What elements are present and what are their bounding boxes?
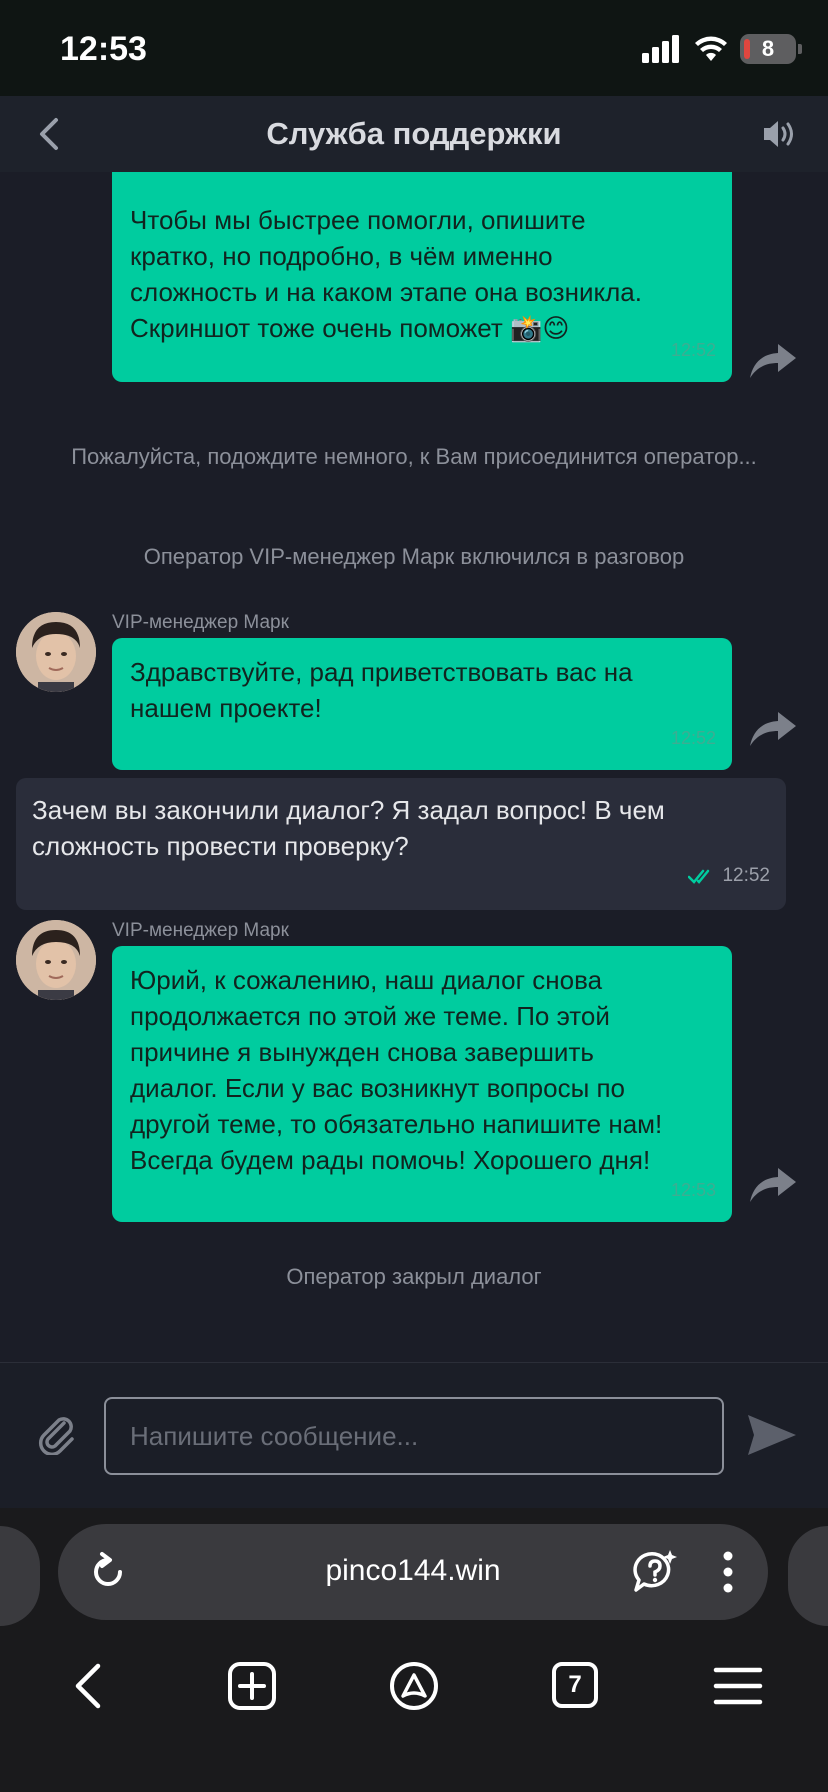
system-message: Оператор закрыл диалог — [286, 1264, 542, 1289]
avatar — [16, 612, 96, 692]
share-icon[interactable] — [748, 1164, 798, 1204]
status-bar: 12:53 8 — [0, 0, 828, 96]
message-line: Скриншот тоже очень поможет 📸😊 — [130, 313, 570, 343]
sound-icon[interactable] — [760, 116, 800, 152]
ai-assistant-icon[interactable] — [630, 1546, 680, 1596]
avatar — [16, 920, 96, 1000]
double-check-icon — [688, 869, 710, 884]
page-title: Служба поддержки — [266, 116, 562, 151]
message-line: другой теме, то обязательно напишите нам… — [130, 1109, 663, 1139]
message-line: сложность и на каком этапе она возникла. — [130, 277, 642, 307]
share-icon[interactable] — [748, 340, 798, 380]
message-line: продолжается по этой же теме. По этой — [130, 1001, 610, 1031]
operator-message: Чтобы мы быстрее помогли, опишите кратко… — [112, 172, 732, 382]
message-line: Юрий, к сожалению, наш диалог снова — [130, 965, 603, 995]
message-time: 12:52 — [670, 340, 716, 360]
system-message: Пожалуйста, подождите немного, к Вам при… — [71, 444, 757, 469]
browser-nav: 7 — [0, 1658, 828, 1738]
wifi-icon — [695, 36, 727, 61]
message-line: Зачем вы закончили диалог? Я задал вопро… — [32, 795, 665, 825]
address-bar[interactable]: pinco144.win — [58, 1524, 768, 1620]
sender-name: VIP-менеджер Марк — [112, 920, 289, 941]
message-line: Чтобы мы быстрее помогли, опишите — [130, 205, 586, 235]
message-time: 12:52 — [670, 728, 716, 748]
browser-back-icon[interactable] — [62, 1658, 118, 1714]
message-time: 12:53 — [670, 1180, 716, 1200]
send-icon[interactable] — [746, 1413, 798, 1457]
message-time: 12:52 — [722, 865, 770, 886]
message-line: сложность провести проверку? — [32, 831, 409, 861]
chat-header: Служба поддержки — [0, 96, 828, 172]
browser-toolbar: pinco144.win 7 — [0, 1508, 828, 1792]
menu-icon[interactable] — [710, 1658, 766, 1714]
message-input[interactable] — [104, 1397, 724, 1475]
message-line: Всегда будем рады помочь! Хорошего дня! — [130, 1145, 651, 1175]
alice-assistant-icon[interactable] — [386, 1658, 442, 1714]
message-line: Здравствуйте, рад приветствовать вас на — [130, 657, 633, 687]
next-tab-pill[interactable] — [788, 1526, 828, 1626]
operator-message: Здравствуйте, рад приветствовать вас на … — [112, 638, 732, 770]
operator-message: Юрий, к сожалению, наш диалог снова прод… — [112, 946, 732, 1222]
avatar-image — [16, 612, 96, 692]
message-composer — [0, 1362, 828, 1508]
sender-name: VIP-менеджер Марк — [112, 612, 289, 633]
status-icons: 8 — [642, 34, 802, 64]
tabs-counter[interactable]: 7 — [552, 1662, 598, 1708]
system-message: Оператор VIP-менеджер Марк включился в р… — [143, 544, 685, 569]
previous-tab-pill[interactable] — [0, 1526, 40, 1626]
message-line: диалог. Если у вас возникнут вопросы по — [130, 1073, 626, 1103]
share-icon[interactable] — [748, 708, 798, 748]
status-time: 12:53 — [60, 30, 147, 68]
avatar-image — [16, 920, 96, 1000]
message-status: 12:52 — [688, 858, 770, 894]
more-options-icon[interactable] — [722, 1550, 734, 1594]
paperclip-icon[interactable] — [36, 1413, 78, 1455]
user-message: Зачем вы закончили диалог? Я задал вопро… — [16, 778, 786, 910]
chat-messages[interactable]: Чтобы мы быстрее помогли, опишите кратко… — [0, 172, 828, 1362]
signal-icon — [642, 35, 679, 63]
message-line: причине я вынужден снова завершить — [130, 1037, 594, 1067]
message-line: нашем проекте! — [130, 693, 322, 723]
new-tab-icon[interactable] — [224, 1658, 280, 1714]
battery-indicator: 8 — [740, 34, 802, 64]
message-line: кратко, но подробно, в чём именно — [130, 241, 553, 271]
